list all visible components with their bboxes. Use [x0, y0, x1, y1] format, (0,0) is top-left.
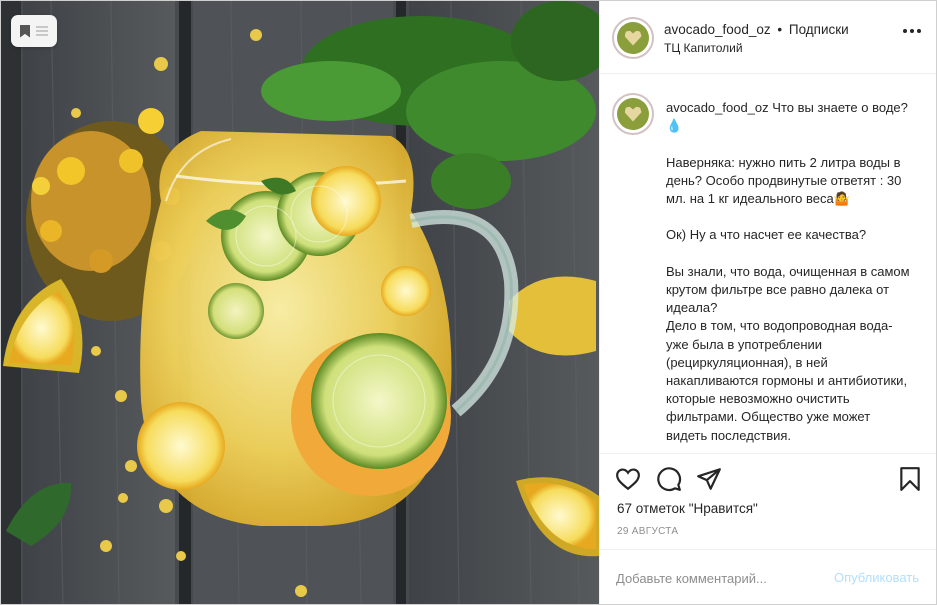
follow-button[interactable]: Подписки	[789, 22, 849, 37]
post-date[interactable]: 29 АВГУСТА	[617, 526, 678, 537]
post-viewer: avocado_food_oz • Подписки ТЦ Капитолий …	[0, 0, 937, 605]
share-button[interactable]	[696, 466, 722, 492]
list-icon	[36, 26, 48, 36]
location-link[interactable]: ТЦ Капитолий	[664, 41, 743, 55]
comment-button[interactable]	[656, 466, 682, 492]
likes-count[interactable]: 67 отметок "Нравится"	[617, 501, 758, 516]
caption-body: Что вы знаете о воде?💧 Наверняка: нужно …	[666, 100, 910, 443]
publish-button[interactable]: Опубликовать	[834, 570, 919, 585]
share-icon	[697, 468, 721, 490]
heart-icon	[616, 468, 640, 491]
avatar[interactable]	[612, 93, 654, 135]
save-image-button[interactable]	[11, 15, 57, 47]
caption-text: avocado_food_oz Что вы знаете о воде?💧 Н…	[666, 99, 912, 445]
heart-logo-icon	[624, 30, 642, 46]
heart-logo-icon	[624, 106, 642, 122]
save-post-button[interactable]	[897, 466, 923, 492]
header-user-line: avocado_food_oz • Подписки	[664, 22, 849, 37]
post-header: avocado_food_oz • Подписки ТЦ Капитолий	[600, 1, 936, 74]
separator: •	[777, 22, 783, 37]
caption-area[interactable]: avocado_food_oz Что вы знаете о воде?💧 Н…	[600, 75, 936, 453]
username-link[interactable]: avocado_food_oz	[664, 22, 771, 37]
avatar[interactable]	[612, 17, 654, 59]
post-photo[interactable]	[1, 1, 599, 604]
action-bar: 67 отметок "Нравится" 29 АВГУСТА	[600, 453, 936, 549]
avatar-image	[617, 22, 649, 54]
bookmark-icon	[900, 467, 920, 491]
lemonade-jug-image	[1, 1, 599, 604]
caption-username[interactable]: avocado_food_oz	[666, 100, 769, 115]
post-side-panel: avocado_food_oz • Подписки ТЦ Капитолий …	[599, 1, 936, 604]
like-button[interactable]	[615, 466, 641, 492]
bookmark-icon	[20, 24, 30, 38]
comment-input[interactable]	[616, 568, 816, 588]
more-options-icon[interactable]	[903, 29, 921, 33]
comment-bar: Опубликовать	[600, 549, 936, 604]
comment-icon	[657, 467, 682, 492]
avatar-image	[617, 98, 649, 130]
